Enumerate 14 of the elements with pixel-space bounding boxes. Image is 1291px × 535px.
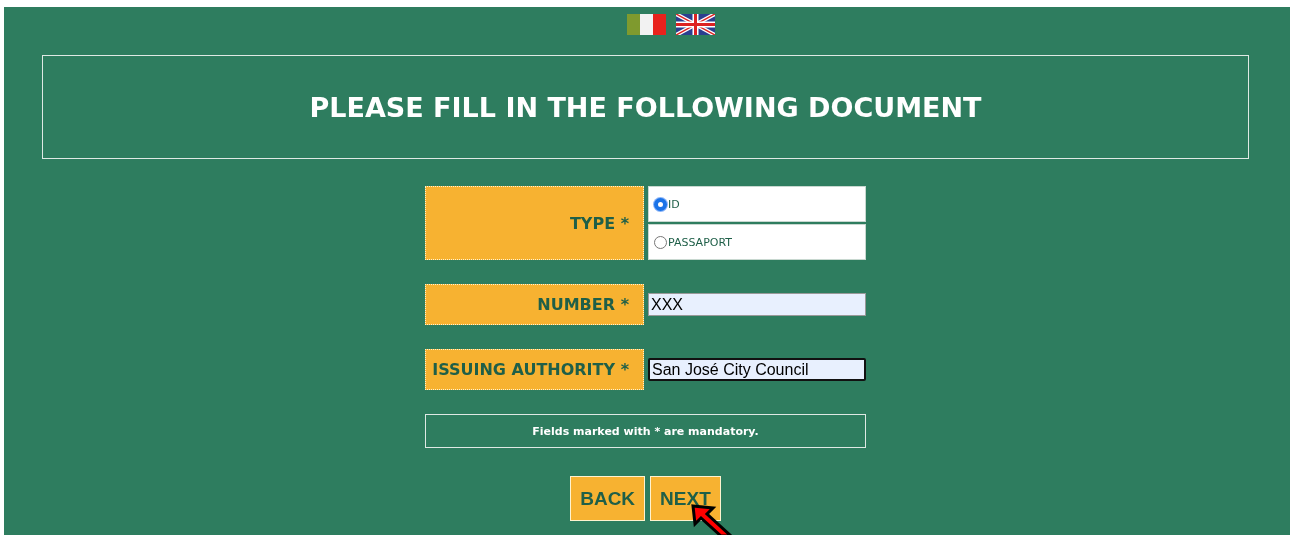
radio-option[interactable]: PASSAPORT [648,224,866,260]
type-label: TYPE * [425,186,644,260]
field-label: NUMBER * [425,284,644,325]
text-field[interactable]: San José City Council [648,358,866,381]
page-title: PLEASE FILL IN THE FOLLOWING DOCUMENT [309,91,982,123]
field-label: ISSUING AUTHORITY * [425,349,644,390]
mandatory-note: Fields marked with * are mandatory. [425,414,866,448]
radio-option[interactable]: ID [648,186,866,222]
radio-icon[interactable] [654,197,667,211]
uk-flag-icon[interactable] [676,14,715,35]
italian-flag-icon[interactable] [627,14,666,35]
radio-icon[interactable] [654,235,667,249]
text-field[interactable]: XXX [648,293,866,316]
nav-button[interactable]: BACK [570,476,646,521]
